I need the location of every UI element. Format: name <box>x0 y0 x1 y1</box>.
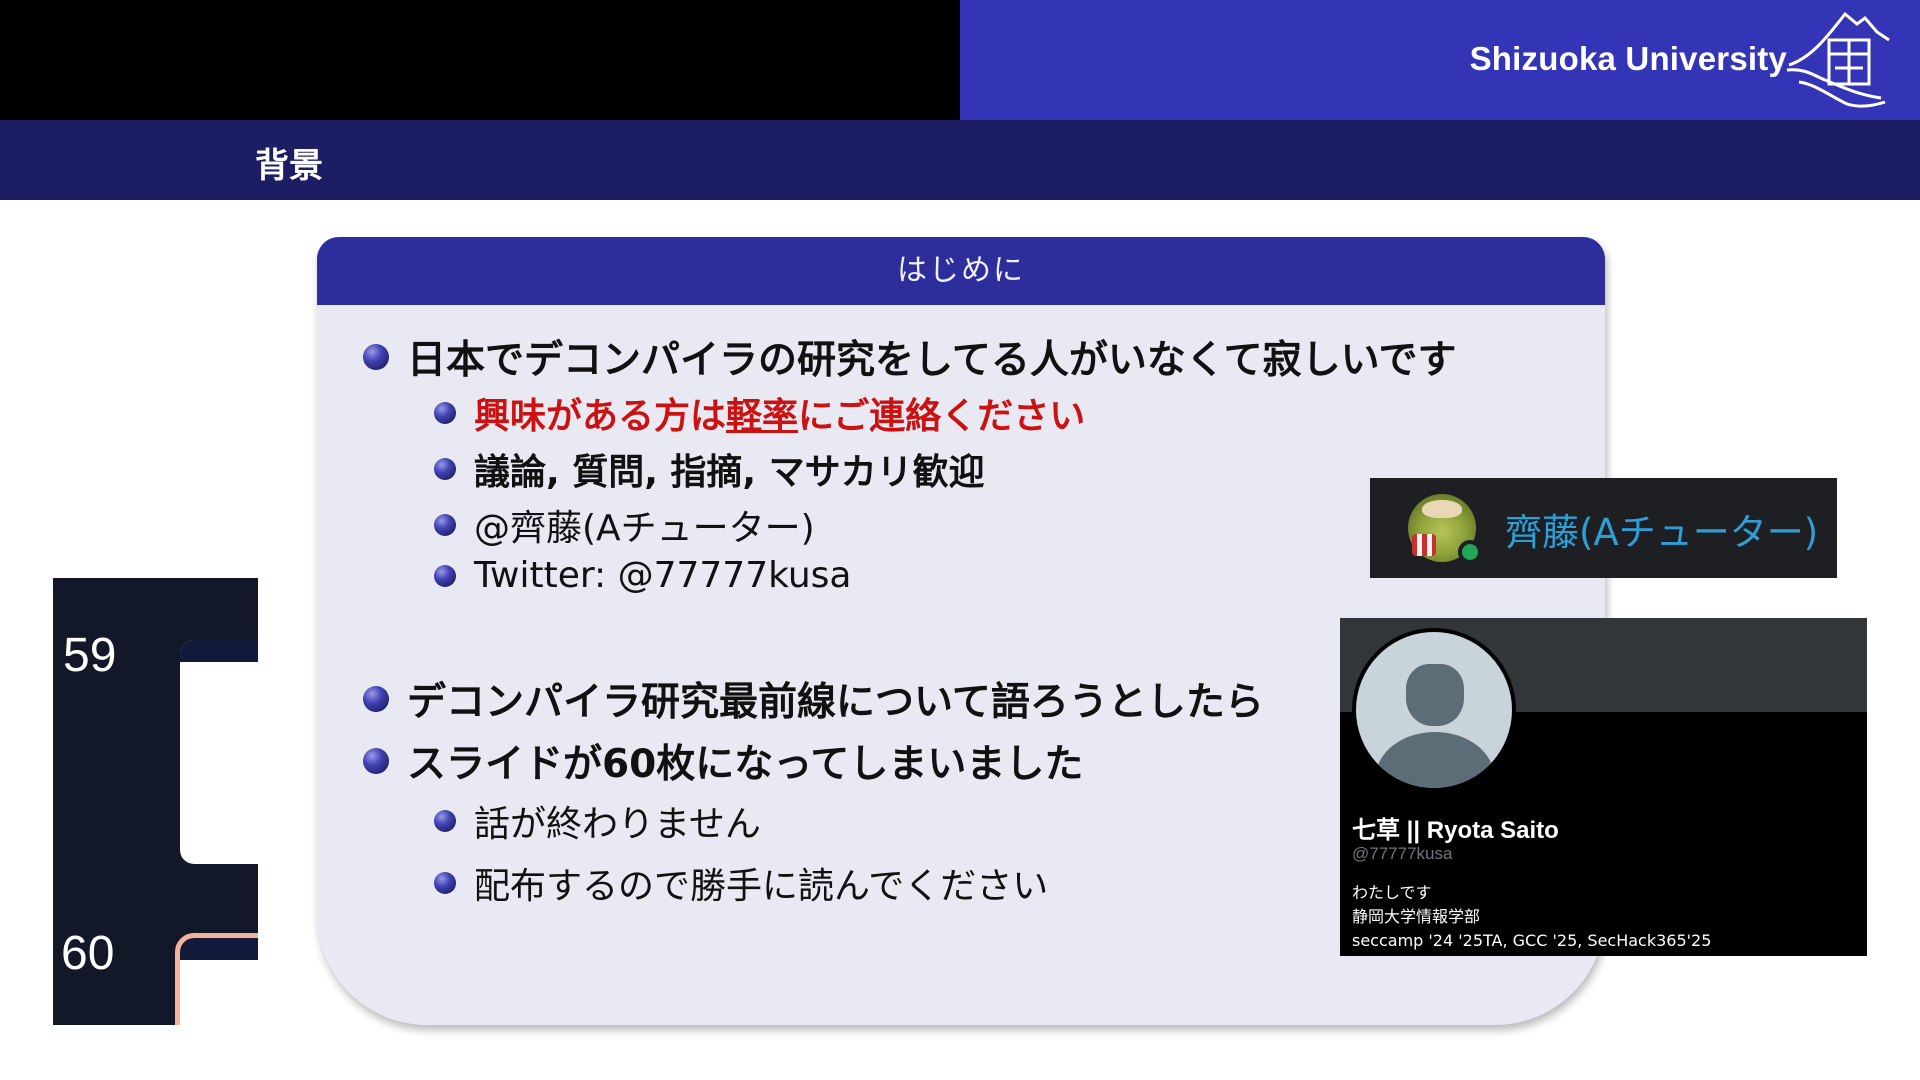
bullet-item: 日本でデコンパイラの研究をしてる人がいなくて寂しいです <box>363 329 1457 385</box>
sub-bullet-item: 配布するので勝手に読んでください <box>434 857 1048 909</box>
university-name: Shizuoka University <box>1469 40 1787 77</box>
thumbnail-number: 60 <box>61 927 115 980</box>
bullet-icon <box>434 514 456 536</box>
bullet-text-suffix: にご連絡ください <box>798 396 1086 437</box>
bullet-text: スライドが60枚になってしまいました <box>407 742 1084 787</box>
slide-thumbnail[interactable] <box>180 640 258 864</box>
bullet-text: デコンパイラ研究最前線について語ろうとしたら <box>407 680 1264 725</box>
bullet-text: 議論, 質問, 指摘, マサカリ歓迎 <box>474 452 985 493</box>
block-title: はじめに <box>317 237 1605 305</box>
sub-bullet-item: 議論, 質問, 指摘, マサカリ歓迎 <box>434 443 985 495</box>
bullet-text: @齊藤(Aチューター) <box>474 508 815 549</box>
bullet-icon <box>363 686 389 712</box>
bullet-icon <box>434 810 456 832</box>
sub-bullet-item: Twitter: @77777kusa <box>434 555 852 596</box>
bullet-icon <box>434 458 456 480</box>
sub-bullet-item: 興味がある方は 軽率 にご連絡ください <box>434 387 1085 439</box>
profile-bio: わたしです 静岡大学情報学部 seccamp '24 '25TA, GCC '2… <box>1352 881 1711 953</box>
profile-display-name: 七草 || Ryota Saito <box>1352 817 1559 844</box>
bullet-icon <box>363 748 389 774</box>
bullet-icon <box>434 564 456 587</box>
header-black-area <box>0 0 960 120</box>
bullet-text: Twitter: @77777kusa <box>474 555 852 596</box>
bullet-item: スライドが60枚になってしまいました <box>363 733 1083 789</box>
profile-bio-line: わたしです <box>1352 883 1432 902</box>
thumbnail-number: 59 <box>63 629 117 682</box>
profile-bio-line: seccamp '24 '25TA, GCC '25, SecHack365'2… <box>1352 931 1712 950</box>
profile-handle: @77777kusa <box>1352 844 1453 863</box>
slide-thumbnail-strip: 59 60 <box>53 578 258 1025</box>
social-profile-card: 七草 || Ryota Saito @77777kusa わたしです 静岡大学情… <box>1340 618 1867 956</box>
chat-user-badge: 齊藤(Aチューター) <box>1370 478 1837 578</box>
profile-bio-line: 静岡大学情報学部 <box>1352 907 1481 926</box>
chat-user-name: 齊藤(Aチューター) <box>1505 511 1819 554</box>
default-avatar-icon <box>1352 628 1516 792</box>
sub-bullet-item: 話が終わりません <box>434 795 761 847</box>
bullet-icon <box>363 344 389 370</box>
bullet-item: デコンパイラ研究最前線について語ろうとしたら <box>363 671 1264 727</box>
bullet-icon <box>434 872 456 894</box>
bullet-icon <box>434 402 456 424</box>
slide-title: 背景 <box>255 146 323 186</box>
bullet-text: 日本でデコンパイラの研究をしてる人がいなくて寂しいです <box>407 338 1457 383</box>
sub-bullet-item: @齊藤(Aチューター) <box>434 499 815 551</box>
bullet-text-prefix: 興味がある方は <box>474 396 727 437</box>
bullet-text: 配布するので勝手に読んでください <box>474 866 1049 907</box>
bullet-text: 話が終わりません <box>474 804 761 845</box>
bullet-text-underlined: 軽率 <box>726 396 799 437</box>
slide-thumbnail-selected[interactable] <box>175 933 258 1025</box>
online-status-icon <box>1458 540 1482 564</box>
university-logo-icon <box>1786 11 1890 108</box>
